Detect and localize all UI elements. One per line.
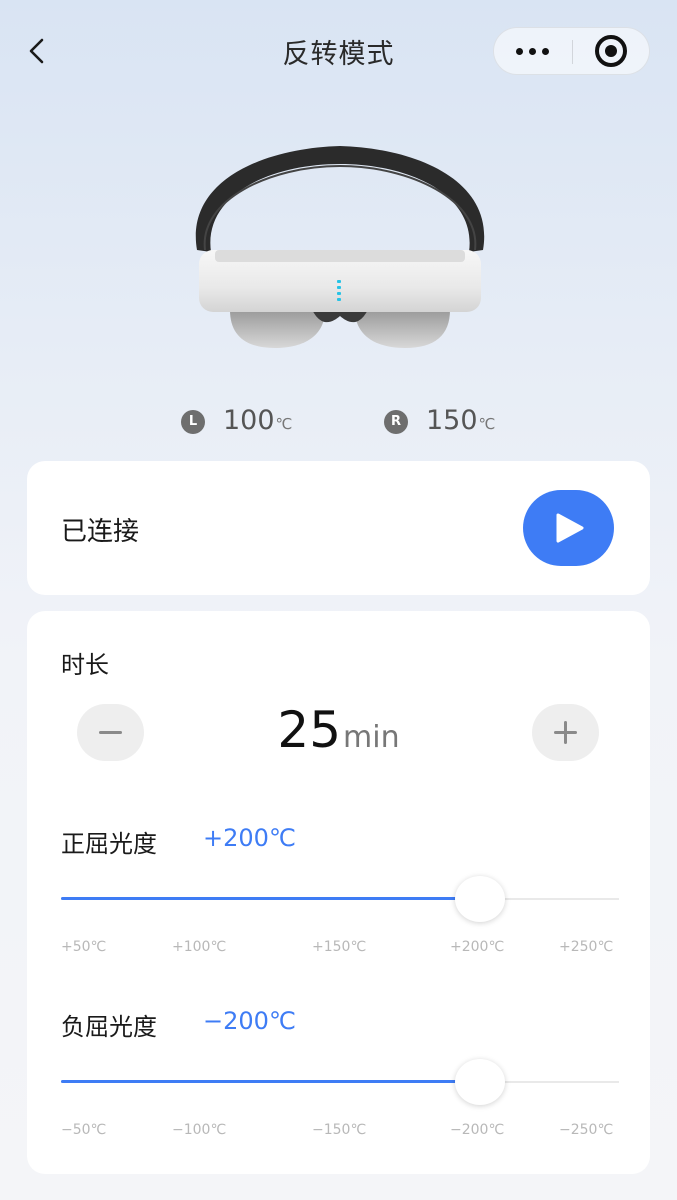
negative-diopter-value: −200℃ xyxy=(203,1007,296,1035)
tick-label: +200℃ xyxy=(450,939,505,955)
positive-diopter-value: +200℃ xyxy=(203,824,296,852)
left-temp-unit: ℃ xyxy=(275,415,293,433)
negative-diopter-slider[interactable] xyxy=(61,1059,619,1105)
more-dots-icon xyxy=(516,48,523,55)
target-circle-dot xyxy=(605,45,617,57)
top-bar: 反转模式 xyxy=(0,0,677,100)
eye-temperature-readout: L 100 ℃ R 150 ℃ xyxy=(0,405,677,449)
right-eye-temp: R 150 ℃ xyxy=(384,405,495,449)
left-badge: L xyxy=(181,409,205,434)
negative-diopter-label: 负屈光度 xyxy=(61,1013,157,1041)
tick-label: +150℃ xyxy=(312,939,367,955)
play-button[interactable] xyxy=(523,490,614,566)
duration-label: 时长 xyxy=(61,651,109,679)
connection-card: 已连接 xyxy=(27,461,650,595)
vr-headset-image xyxy=(185,140,495,360)
slider-fill xyxy=(61,1080,480,1083)
increase-duration-button[interactable] xyxy=(532,704,599,761)
tick-label: −200℃ xyxy=(450,1122,505,1138)
slider-thumb[interactable] xyxy=(454,1059,505,1105)
positive-diopter-ticks: +50℃ +100℃ +150℃ +200℃ +250℃ xyxy=(61,939,619,959)
tick-label: +50℃ xyxy=(61,939,107,955)
more-dot xyxy=(529,48,536,55)
negative-diopter-ticks: −50℃ −100℃ −150℃ −200℃ −250℃ xyxy=(61,1122,619,1142)
left-eye-temp: L 100 ℃ xyxy=(181,405,292,449)
left-temp-value: 100 xyxy=(223,405,275,436)
tick-label: −100℃ xyxy=(172,1122,227,1138)
duration-unit: min xyxy=(343,720,400,755)
duration-value: 25 xyxy=(277,701,342,759)
connection-status: 已连接 xyxy=(61,517,140,547)
mini-program-capsule xyxy=(493,27,650,75)
tick-label: −50℃ xyxy=(61,1122,107,1138)
positive-diopter-slider[interactable] xyxy=(61,876,619,922)
tick-label: +250℃ xyxy=(559,939,614,955)
plus-icon-vertical xyxy=(564,721,567,744)
play-icon xyxy=(556,513,584,543)
more-button[interactable] xyxy=(494,28,572,74)
more-dot xyxy=(542,48,549,55)
tick-label: +100℃ xyxy=(172,939,227,955)
close-button[interactable] xyxy=(573,28,651,74)
tick-label: −150℃ xyxy=(312,1122,367,1138)
right-temp-value: 150 xyxy=(426,405,478,436)
right-temp-unit: ℃ xyxy=(478,415,496,433)
slider-fill xyxy=(61,897,480,900)
settings-card: 时长 25min 正屈光度 +200℃ +50℃ +100℃ +150℃ +20… xyxy=(27,611,650,1174)
tick-label: −250℃ xyxy=(559,1122,614,1138)
right-badge: R xyxy=(384,409,408,434)
positive-diopter-label: 正屈光度 xyxy=(61,830,157,858)
slider-thumb[interactable] xyxy=(454,876,505,922)
